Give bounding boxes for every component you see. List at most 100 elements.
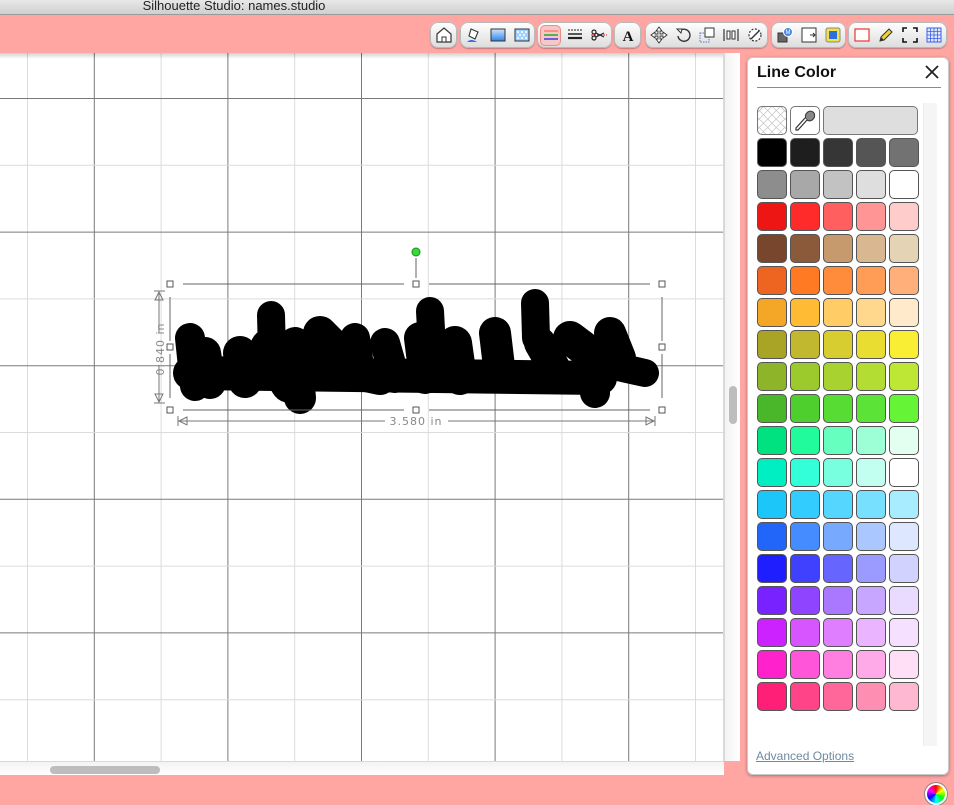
resize-handle-top-right[interactable] (658, 280, 666, 288)
color-swatch[interactable] (889, 138, 919, 167)
color-swatch[interactable] (790, 298, 820, 327)
color-swatch[interactable] (823, 394, 853, 423)
design-canvas[interactable]: 0.840 in 3.580 in (0, 53, 724, 761)
line-color-button[interactable] (540, 24, 561, 46)
color-wheel-icon[interactable] (925, 783, 947, 805)
color-swatch[interactable] (889, 586, 919, 615)
color-swatch[interactable] (856, 426, 886, 455)
color-swatch[interactable] (856, 266, 886, 295)
color-swatch[interactable] (757, 138, 787, 167)
color-swatch[interactable] (823, 426, 853, 455)
color-swatch[interactable] (823, 362, 853, 391)
color-swatch[interactable] (757, 202, 787, 231)
color-swatch[interactable] (823, 554, 853, 583)
color-swatch[interactable] (757, 458, 787, 487)
scribble-shape[interactable] (173, 289, 659, 414)
color-swatch[interactable] (856, 138, 886, 167)
color-swatch[interactable] (856, 234, 886, 263)
color-swatch[interactable] (757, 298, 787, 327)
eyedropper-button[interactable] (790, 106, 820, 135)
color-swatch[interactable] (823, 234, 853, 263)
color-swatch[interactable] (790, 458, 820, 487)
offset-button[interactable] (798, 25, 819, 46)
color-swatch[interactable] (790, 426, 820, 455)
no-color-swatch[interactable] (757, 106, 787, 135)
color-swatch[interactable] (790, 682, 820, 711)
color-swatch[interactable] (757, 362, 787, 391)
color-swatch[interactable] (790, 330, 820, 359)
color-swatch[interactable] (856, 682, 886, 711)
resize-handle-top-left[interactable] (166, 280, 174, 288)
horizontal-scrollbar[interactable] (0, 761, 724, 775)
sketch-button[interactable] (875, 25, 896, 46)
color-swatch[interactable] (889, 266, 919, 295)
resize-handle-right[interactable] (658, 343, 666, 351)
color-swatch[interactable] (889, 394, 919, 423)
fill-gradient-button[interactable] (487, 25, 508, 46)
resize-handle-bottom-right[interactable] (658, 406, 666, 414)
color-swatch[interactable] (823, 138, 853, 167)
color-swatch[interactable] (856, 202, 886, 231)
color-swatch[interactable] (889, 330, 919, 359)
color-swatch[interactable] (757, 426, 787, 455)
color-swatch[interactable] (823, 298, 853, 327)
color-swatch[interactable] (889, 298, 919, 327)
replicate-button[interactable] (744, 25, 765, 46)
panel-scrollbar[interactable] (923, 103, 937, 746)
color-swatch[interactable] (856, 490, 886, 519)
color-swatch[interactable] (856, 170, 886, 199)
resize-handle-left[interactable] (166, 343, 174, 351)
color-swatch[interactable] (757, 522, 787, 551)
color-swatch[interactable] (889, 362, 919, 391)
color-swatch[interactable] (757, 394, 787, 423)
color-swatch[interactable] (790, 234, 820, 263)
color-swatch[interactable] (856, 458, 886, 487)
page-setup-button[interactable] (433, 25, 454, 46)
color-swatch[interactable] (889, 458, 919, 487)
color-swatch[interactable] (889, 618, 919, 647)
color-swatch[interactable] (856, 522, 886, 551)
color-swatch[interactable] (889, 490, 919, 519)
color-swatch[interactable] (790, 522, 820, 551)
registration-marks-button[interactable] (851, 25, 872, 46)
color-swatch[interactable] (790, 394, 820, 423)
color-swatch[interactable] (757, 618, 787, 647)
color-swatch[interactable] (757, 586, 787, 615)
vertical-scroll-thumb[interactable] (729, 386, 737, 424)
color-swatch[interactable] (889, 554, 919, 583)
color-swatch[interactable] (889, 426, 919, 455)
color-swatch[interactable] (856, 586, 886, 615)
fullscreen-button[interactable] (899, 25, 920, 46)
color-swatch[interactable] (757, 490, 787, 519)
horizontal-scroll-thumb[interactable] (50, 766, 160, 774)
color-swatch[interactable] (757, 170, 787, 199)
color-swatch[interactable] (757, 554, 787, 583)
trace-button[interactable] (822, 25, 843, 46)
color-swatch[interactable] (856, 298, 886, 327)
color-swatch[interactable] (757, 234, 787, 263)
color-swatch[interactable] (757, 650, 787, 679)
color-swatch[interactable] (790, 362, 820, 391)
color-swatch[interactable] (856, 362, 886, 391)
color-swatch[interactable] (823, 522, 853, 551)
color-swatch[interactable] (757, 266, 787, 295)
color-swatch[interactable] (823, 682, 853, 711)
color-swatch[interactable] (889, 234, 919, 263)
resize-handle-bottom-left[interactable] (166, 406, 174, 414)
color-swatch[interactable] (757, 330, 787, 359)
resize-handle-top[interactable] (412, 280, 420, 288)
color-swatch[interactable] (823, 586, 853, 615)
advanced-options-link[interactable]: Advanced Options (756, 749, 854, 763)
fill-pattern-button[interactable] (511, 25, 532, 46)
scale-button[interactable] (696, 25, 717, 46)
color-swatch[interactable] (889, 682, 919, 711)
color-swatch[interactable] (889, 170, 919, 199)
resize-handle-bottom[interactable] (412, 406, 420, 414)
line-style-button[interactable] (564, 25, 585, 46)
fill-color-button[interactable] (463, 25, 484, 46)
color-swatch[interactable] (790, 554, 820, 583)
rotate-handle[interactable] (411, 247, 421, 257)
color-swatch[interactable] (790, 170, 820, 199)
color-swatch[interactable] (889, 650, 919, 679)
color-swatch[interactable] (856, 650, 886, 679)
